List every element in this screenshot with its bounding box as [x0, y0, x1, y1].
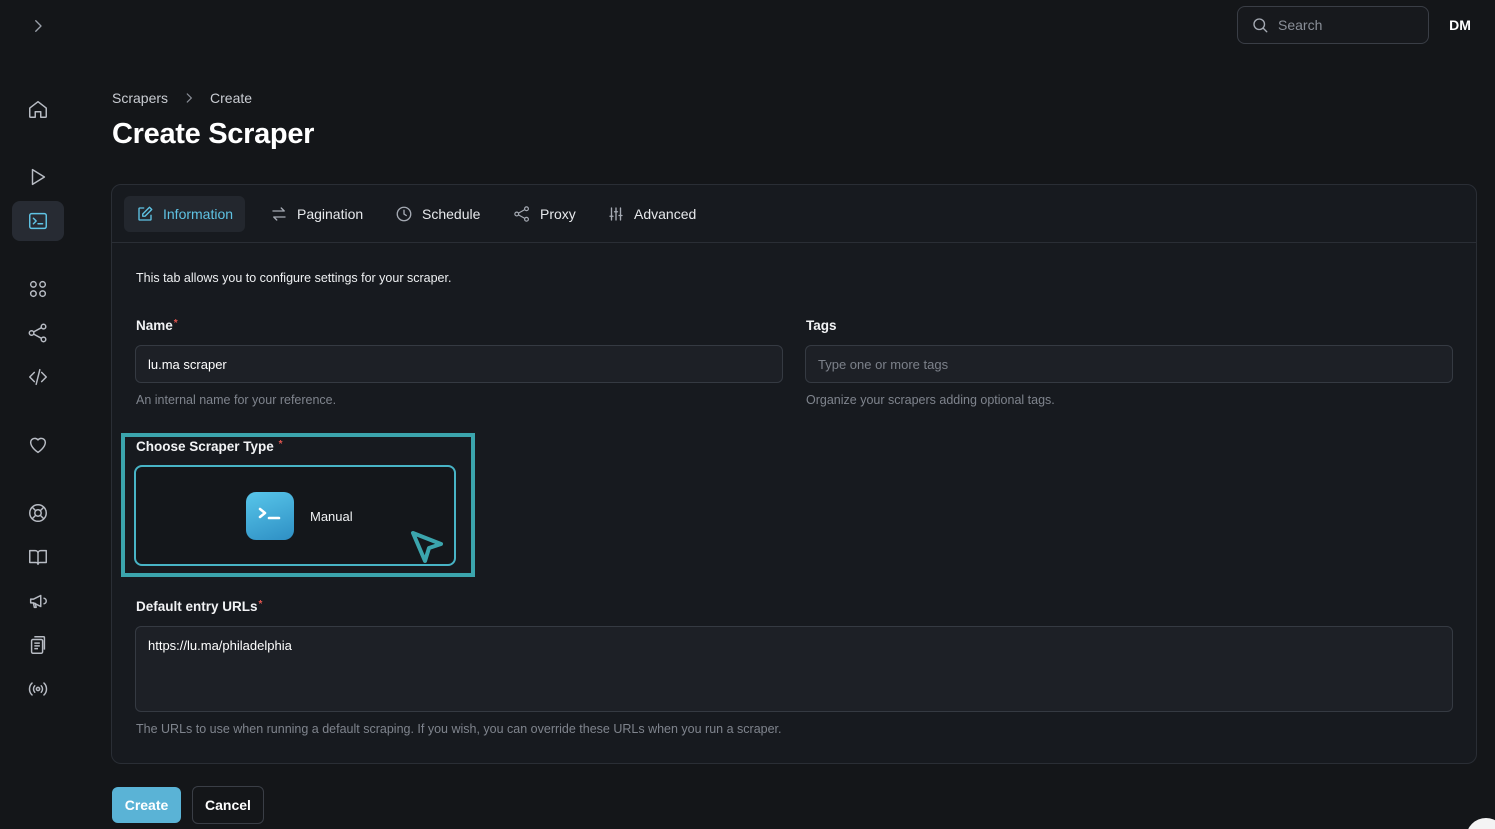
chevron-right-icon — [182, 91, 196, 105]
tab-bar: Information Pagination Schedule Proxy Ad… — [112, 185, 1476, 243]
form-card: Information Pagination Schedule Proxy Ad… — [111, 184, 1477, 764]
chevron-right-icon[interactable] — [24, 12, 52, 40]
clock-icon — [396, 206, 412, 222]
create-button[interactable]: Create — [112, 787, 181, 823]
page-title: Create Scraper — [112, 118, 315, 150]
share-icon — [28, 323, 47, 343]
search-icon — [1253, 18, 1268, 33]
tab-label: Information — [163, 206, 234, 222]
grid-icon — [29, 280, 47, 298]
breadcrumb-current: Create — [210, 90, 253, 106]
name-input[interactable] — [135, 345, 783, 383]
tab-label: Pagination — [297, 206, 364, 222]
tags-help-text: Organize your scrapers adding optional t… — [806, 393, 1055, 407]
sidebar-item-announcements[interactable] — [12, 581, 64, 621]
cursor-pointer-icon — [411, 531, 443, 563]
urls-label: Default entry URLs* — [136, 599, 263, 614]
sidebar-item-docs[interactable] — [12, 537, 64, 577]
tab-label: Schedule — [422, 206, 481, 222]
sidebar-item-favorites[interactable] — [12, 425, 64, 465]
broadcast-icon — [28, 682, 48, 696]
edit-icon — [138, 206, 153, 221]
sidebar-item-logs[interactable] — [12, 625, 64, 665]
book-icon — [29, 549, 47, 566]
arrows-icon — [272, 207, 286, 221]
tab-proxy[interactable]: Proxy — [501, 196, 588, 232]
tags-label: Tags — [806, 318, 837, 333]
home-icon — [29, 100, 47, 118]
sliders-icon — [609, 207, 623, 221]
name-label: Name* — [136, 318, 178, 333]
name-help-text: An internal name for your reference. — [136, 393, 337, 407]
clipboard-icon — [30, 636, 46, 654]
heart-icon — [29, 437, 47, 454]
sidebar-item-support[interactable] — [12, 493, 64, 533]
sidebar — [0, 0, 76, 829]
breadcrumb: Scrapers Create — [112, 90, 252, 106]
tags-input[interactable] — [805, 345, 1453, 383]
tab-label: Advanced — [634, 206, 697, 222]
sidebar-item-webhooks[interactable] — [12, 669, 64, 709]
terminal-icon — [29, 212, 47, 230]
search-input[interactable] — [1278, 17, 1418, 33]
sidebar-item-apps[interactable] — [12, 269, 64, 309]
urls-help-text: The URLs to use when running a default s… — [136, 722, 782, 736]
tab-description: This tab allows you to configure setting… — [136, 271, 452, 285]
sidebar-item-integrations[interactable] — [12, 313, 64, 353]
scraper-type-label: Choose Scraper Type * — [136, 439, 283, 454]
user-avatar[interactable]: DM — [1440, 14, 1480, 36]
sidebar-item-home[interactable] — [12, 89, 64, 129]
megaphone-icon — [29, 594, 47, 609]
search-box[interactable] — [1237, 6, 1429, 44]
code-icon — [29, 368, 47, 386]
tab-pagination[interactable]: Pagination — [258, 196, 375, 232]
scraper-type-manual-option[interactable]: Manual — [134, 465, 456, 566]
tab-advanced[interactable]: Advanced — [595, 196, 708, 232]
cancel-button[interactable]: Cancel — [192, 786, 264, 824]
tab-schedule[interactable]: Schedule — [383, 196, 492, 232]
terminal-icon — [246, 492, 294, 540]
sidebar-item-api[interactable] — [12, 357, 64, 397]
sidebar-item-runs[interactable] — [12, 157, 64, 197]
tab-information[interactable]: Information — [124, 196, 246, 232]
breadcrumb-scrapers-link[interactable]: Scrapers — [112, 90, 168, 106]
tab-label: Proxy — [540, 206, 576, 222]
chat-widget-button[interactable] — [1466, 818, 1495, 829]
sidebar-item-scrapers[interactable] — [12, 201, 64, 241]
play-icon — [31, 168, 46, 186]
lifebuoy-icon — [29, 504, 47, 522]
scraper-type-option-label: Manual — [310, 509, 353, 524]
urls-textarea[interactable]: https://lu.ma/philadelphia — [135, 626, 1453, 712]
share-icon — [514, 206, 529, 222]
